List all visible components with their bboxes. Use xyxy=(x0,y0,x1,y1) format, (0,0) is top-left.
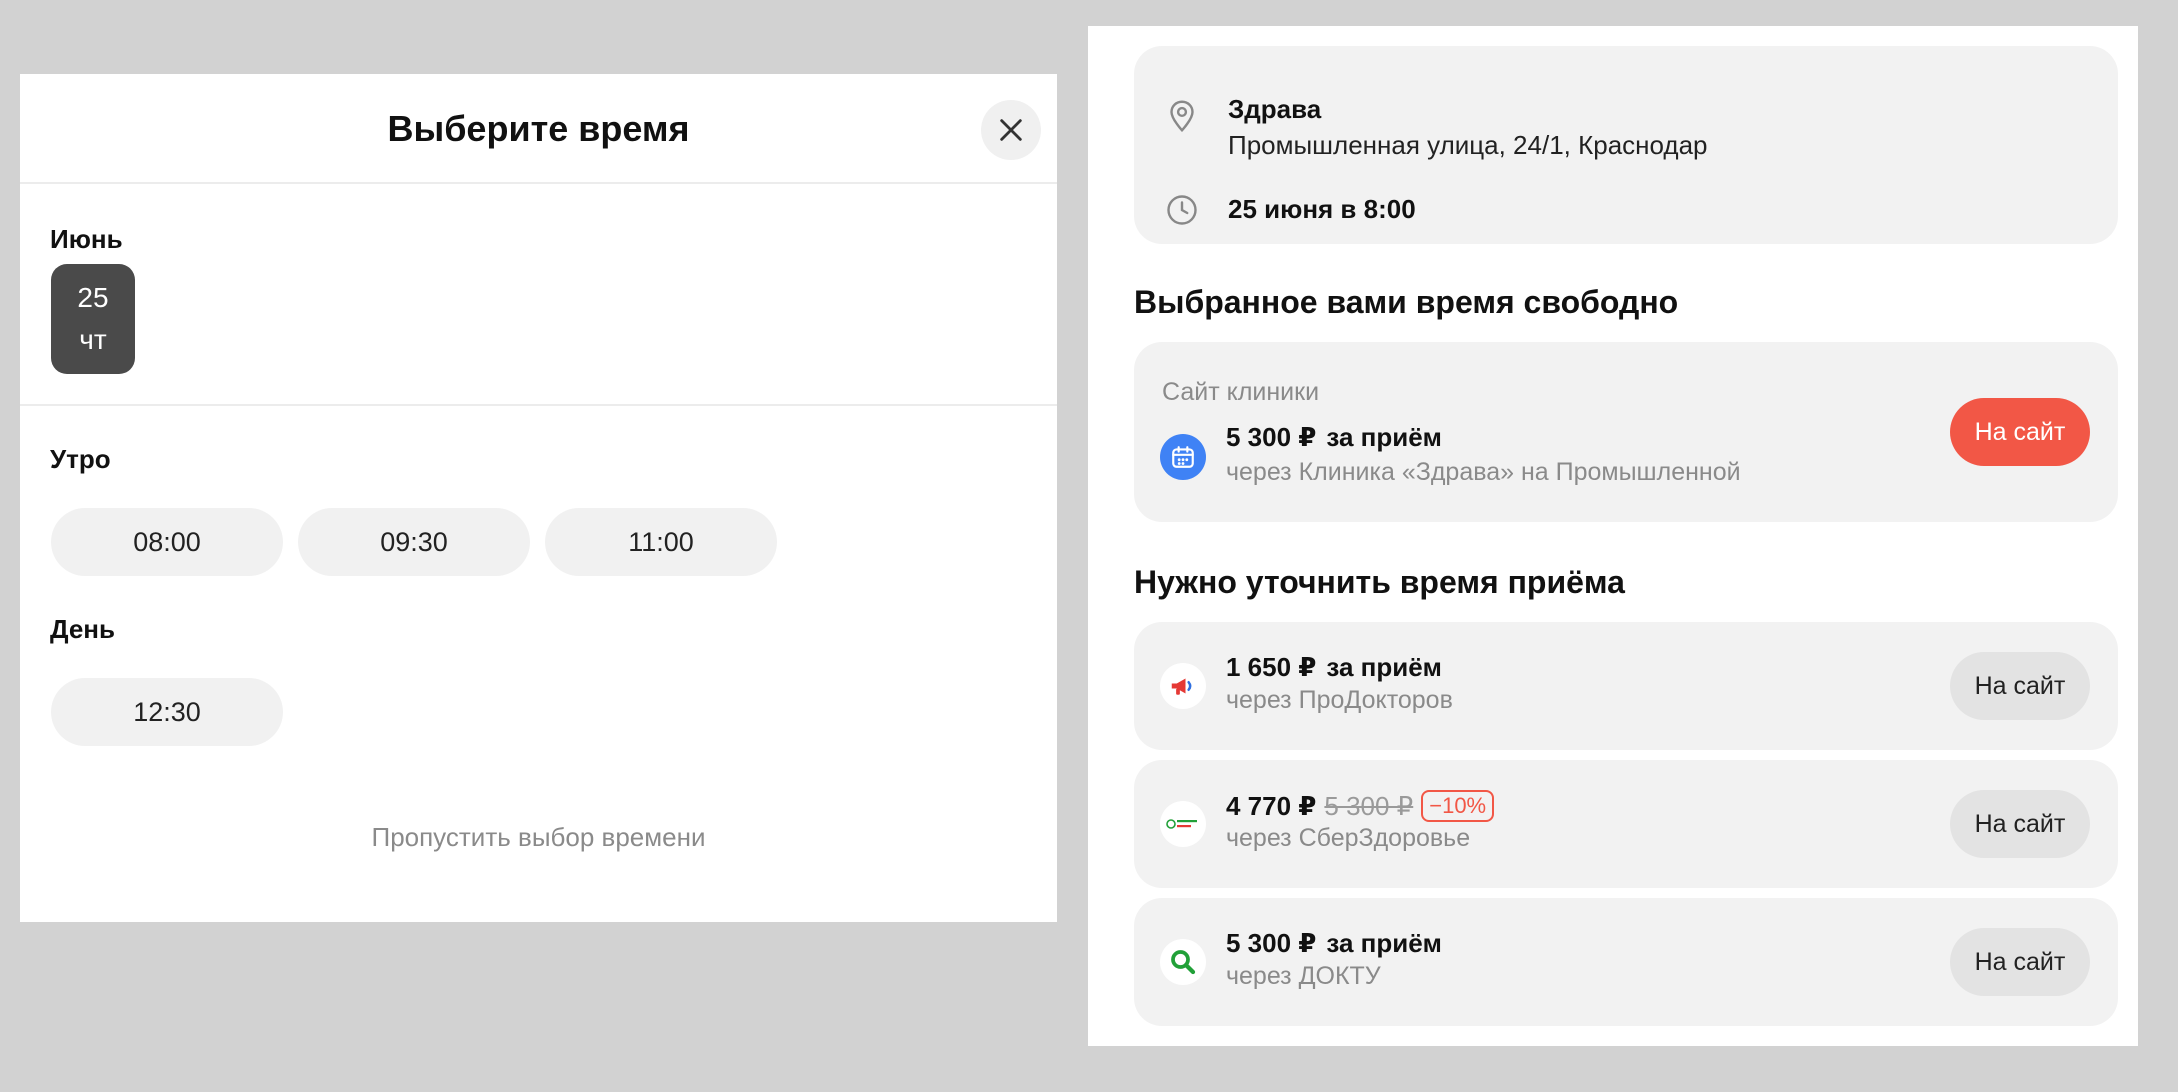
close-icon xyxy=(1000,119,1022,141)
date-chip-selected[interactable]: 25 чт xyxy=(51,264,135,374)
clinic-via: через Клиника «Здрава» на Промышленной xyxy=(1226,458,1741,486)
price-value: 1 650 ₽ xyxy=(1226,652,1317,682)
price-value: 5 300 ₽ xyxy=(1226,928,1317,958)
appointment-info-card: Здрава Промышленная улица, 24/1, Краснод… xyxy=(1134,46,2118,244)
sberzdorovie-logo-icon xyxy=(1160,801,1206,847)
time-slot-button[interactable]: 08:00 xyxy=(51,508,283,576)
offer-site-button[interactable]: На сайт xyxy=(1950,652,2090,720)
price-value: 4 770 ₽ xyxy=(1226,791,1317,821)
offer-card-doktu: 5 300 ₽ за приём через ДОКТУ На сайт xyxy=(1134,898,2118,1026)
offer-via: через ДОКТУ xyxy=(1226,962,1381,990)
appointment-datetime: 25 июня в 8:00 xyxy=(1228,194,1416,224)
offer-price: 1 650 ₽ за приём xyxy=(1226,652,1442,683)
clinic-site-button[interactable]: На сайт xyxy=(1950,398,2090,466)
clinic-address: Промышленная улица, 24/1, Краснодар xyxy=(1228,130,1708,160)
price-suffix: за приём xyxy=(1326,422,1442,452)
offer-via: через ПроДокторов xyxy=(1226,686,1453,714)
modal-title: Выберите время xyxy=(387,108,690,149)
free-time-heading: Выбранное вами время свободно xyxy=(1134,284,1679,320)
month-label: Июнь xyxy=(50,224,123,254)
clinic-price: 5 300 ₽ за приём xyxy=(1226,422,1442,453)
morning-label: Утро xyxy=(50,444,111,474)
time-slot-button[interactable]: 11:00 xyxy=(545,508,777,576)
offer-via: через СберЗдоровье xyxy=(1226,824,1471,852)
offer-card-sberzdorovie: 4 770 ₽5 300 ₽ −10% через СберЗдоровье На… xyxy=(1134,760,2118,888)
price-suffix: за приём xyxy=(1326,652,1442,682)
divider xyxy=(20,404,1057,406)
clinic-site-label: Сайт клиники xyxy=(1162,378,1320,406)
booking-summary-panel: Здрава Промышленная улица, 24/1, Краснод… xyxy=(1088,26,2138,1046)
magnifier-icon xyxy=(1160,939,1206,985)
offer-price: 5 300 ₽ за приём xyxy=(1226,928,1442,959)
location-pin-icon xyxy=(1170,100,1194,133)
offer-site-button[interactable]: На сайт xyxy=(1950,928,2090,996)
time-picker-modal: Выберите время Июнь 25 чт Утро 08:00 09:… xyxy=(20,74,1057,922)
megaphone-icon xyxy=(1160,663,1206,709)
clarify-time-heading: Нужно уточнить время приёма xyxy=(1134,564,1625,600)
offer-price: 4 770 ₽5 300 ₽ −10% xyxy=(1226,790,1495,822)
old-price: 5 300 ₽ xyxy=(1324,791,1414,821)
time-slot-button[interactable]: 12:30 xyxy=(51,678,283,746)
discount-badge: −10% xyxy=(1421,790,1495,822)
price-value: 5 300 ₽ xyxy=(1226,422,1317,452)
clock-icon xyxy=(1167,195,1197,225)
time-slot-button[interactable]: 09:30 xyxy=(298,508,530,576)
day-label: День xyxy=(50,614,115,644)
date-day: 25 xyxy=(77,282,109,313)
clinic-name: Здрава xyxy=(1228,94,1322,124)
date-weekday: чт xyxy=(79,324,107,355)
calendar-icon xyxy=(1160,434,1206,480)
offer-site-button[interactable]: На сайт xyxy=(1950,790,2090,858)
skip-time-link[interactable]: Пропустить выбор времени xyxy=(20,822,1057,853)
offer-card-prodoctorov: 1 650 ₽ за приём через ПроДокторов На сай… xyxy=(1134,622,2118,750)
modal-header: Выберите время xyxy=(20,74,1057,184)
clinic-site-card: Сайт клиники 5 300 ₽ за приём через Клини… xyxy=(1134,342,2118,522)
price-suffix: за приём xyxy=(1326,928,1442,958)
close-button[interactable] xyxy=(981,100,1041,160)
